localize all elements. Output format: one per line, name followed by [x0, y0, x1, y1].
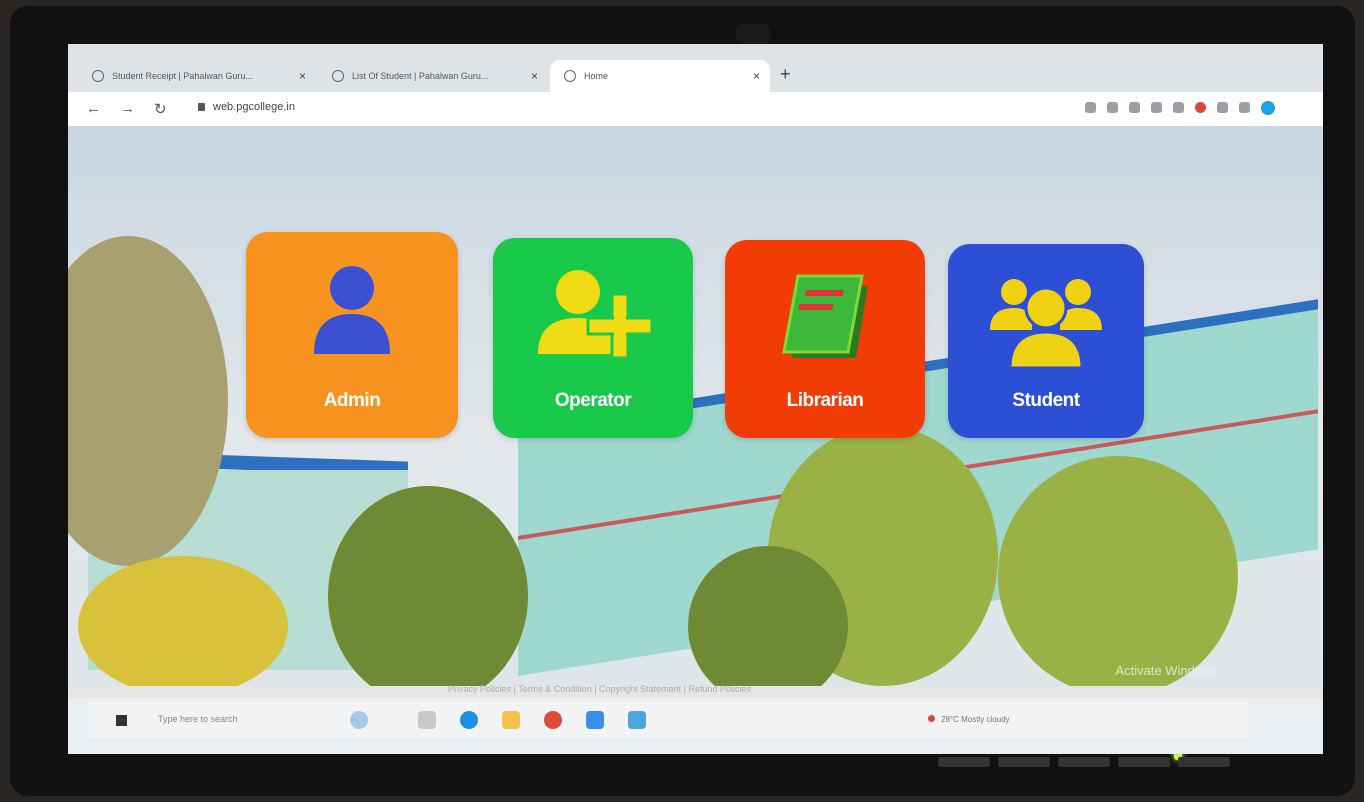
sidebar-icon[interactable]	[1239, 102, 1250, 113]
monitor-button	[1118, 757, 1170, 767]
tab-label: List Of Student | Pahalwan Guru...	[352, 71, 489, 81]
zoom-icon[interactable]	[1129, 102, 1140, 113]
add-user-icon	[538, 270, 654, 360]
edge-icon[interactable]	[460, 711, 478, 729]
monitor-button	[1178, 757, 1230, 767]
store-icon[interactable]	[628, 711, 646, 729]
new-tab-button[interactable]: +	[780, 64, 791, 85]
tab-student-receipt[interactable]: Student Receipt | Pahalwan Guru... ×	[78, 60, 316, 92]
mail-icon[interactable]	[586, 711, 604, 729]
card-label: Admin	[323, 390, 381, 411]
user-icon	[314, 266, 390, 354]
extension-icon[interactable]	[1195, 102, 1206, 113]
reload-icon[interactable]: ↻	[154, 100, 167, 118]
monitor-button	[998, 757, 1050, 767]
system-tray: 28°C Mostly cloudy	[928, 715, 1010, 724]
url-text: web.pgcollege.in	[213, 101, 295, 113]
close-icon[interactable]: ×	[299, 69, 306, 83]
group-icon	[990, 279, 1102, 370]
tab-home[interactable]: Home ×	[550, 60, 770, 92]
card-label: Librarian	[786, 390, 864, 411]
globe-icon	[92, 70, 104, 82]
file-explorer-icon[interactable]	[502, 711, 520, 729]
share-icon[interactable]	[1151, 102, 1162, 113]
webcam	[736, 24, 770, 44]
librarian-card[interactable]: Librarian	[725, 240, 925, 438]
page-footer: Privacy Policies | Terms & Condition | C…	[68, 684, 1323, 698]
page-content: Admin Operator Librarian Student Activat…	[68, 126, 1323, 686]
back-icon[interactable]: ←	[86, 100, 101, 117]
card-label: Operator	[554, 390, 632, 411]
toolbar-icons	[1085, 101, 1275, 115]
screen: Student Receipt | Pahalwan Guru... × Lis…	[68, 44, 1323, 754]
weather-text[interactable]: 28°C Mostly cloudy	[941, 715, 1010, 724]
weather-icon	[928, 715, 935, 722]
operator-card[interactable]: Operator	[493, 238, 693, 438]
forward-icon[interactable]: →	[120, 100, 135, 117]
lock-icon	[198, 103, 205, 112]
card-label: Student	[1012, 390, 1080, 411]
chrome-icon[interactable]	[544, 711, 562, 729]
book-icon	[782, 274, 868, 358]
google-icon[interactable]	[1085, 102, 1096, 113]
translate-icon[interactable]	[1107, 102, 1118, 113]
avatar[interactable]	[1261, 101, 1275, 115]
globe-icon	[564, 70, 576, 82]
puzzle-icon[interactable]	[1217, 102, 1228, 113]
address-bar[interactable]: web.pgcollege.in	[198, 101, 295, 113]
weather-widget-icon[interactable]	[350, 711, 368, 729]
tab-label: Student Receipt | Pahalwan Guru...	[112, 71, 253, 81]
monitor-button	[938, 757, 990, 767]
student-card[interactable]: Student	[948, 244, 1144, 438]
browser-toolbar: ← → ↻ web.pgcollege.in	[68, 92, 1323, 126]
admin-card[interactable]: Admin	[246, 232, 458, 438]
taskbar-search-input[interactable]: Type here to search	[158, 714, 238, 724]
tab-list-of-student[interactable]: List Of Student | Pahalwan Guru... ×	[318, 60, 548, 92]
close-icon[interactable]: ×	[531, 69, 538, 83]
task-view-icon[interactable]	[418, 711, 436, 729]
windows-start-icon[interactable]	[116, 715, 127, 726]
globe-icon	[332, 70, 344, 82]
star-icon[interactable]	[1173, 102, 1184, 113]
tab-bar: Student Receipt | Pahalwan Guru... × Lis…	[68, 44, 1323, 92]
close-icon[interactable]: ×	[753, 69, 760, 83]
monitor-button	[1058, 757, 1110, 767]
footer-links[interactable]: Privacy Policies | Terms & Condition | C…	[448, 684, 751, 694]
tab-label: Home	[584, 71, 609, 81]
role-selector: Admin Operator Librarian Student	[68, 126, 1323, 686]
windows-taskbar: Type here to search 28°C Mostly cloudy	[88, 702, 1248, 738]
monitor-buttons	[938, 757, 1230, 767]
activate-windows-watermark: Activate Windows	[1115, 663, 1218, 678]
